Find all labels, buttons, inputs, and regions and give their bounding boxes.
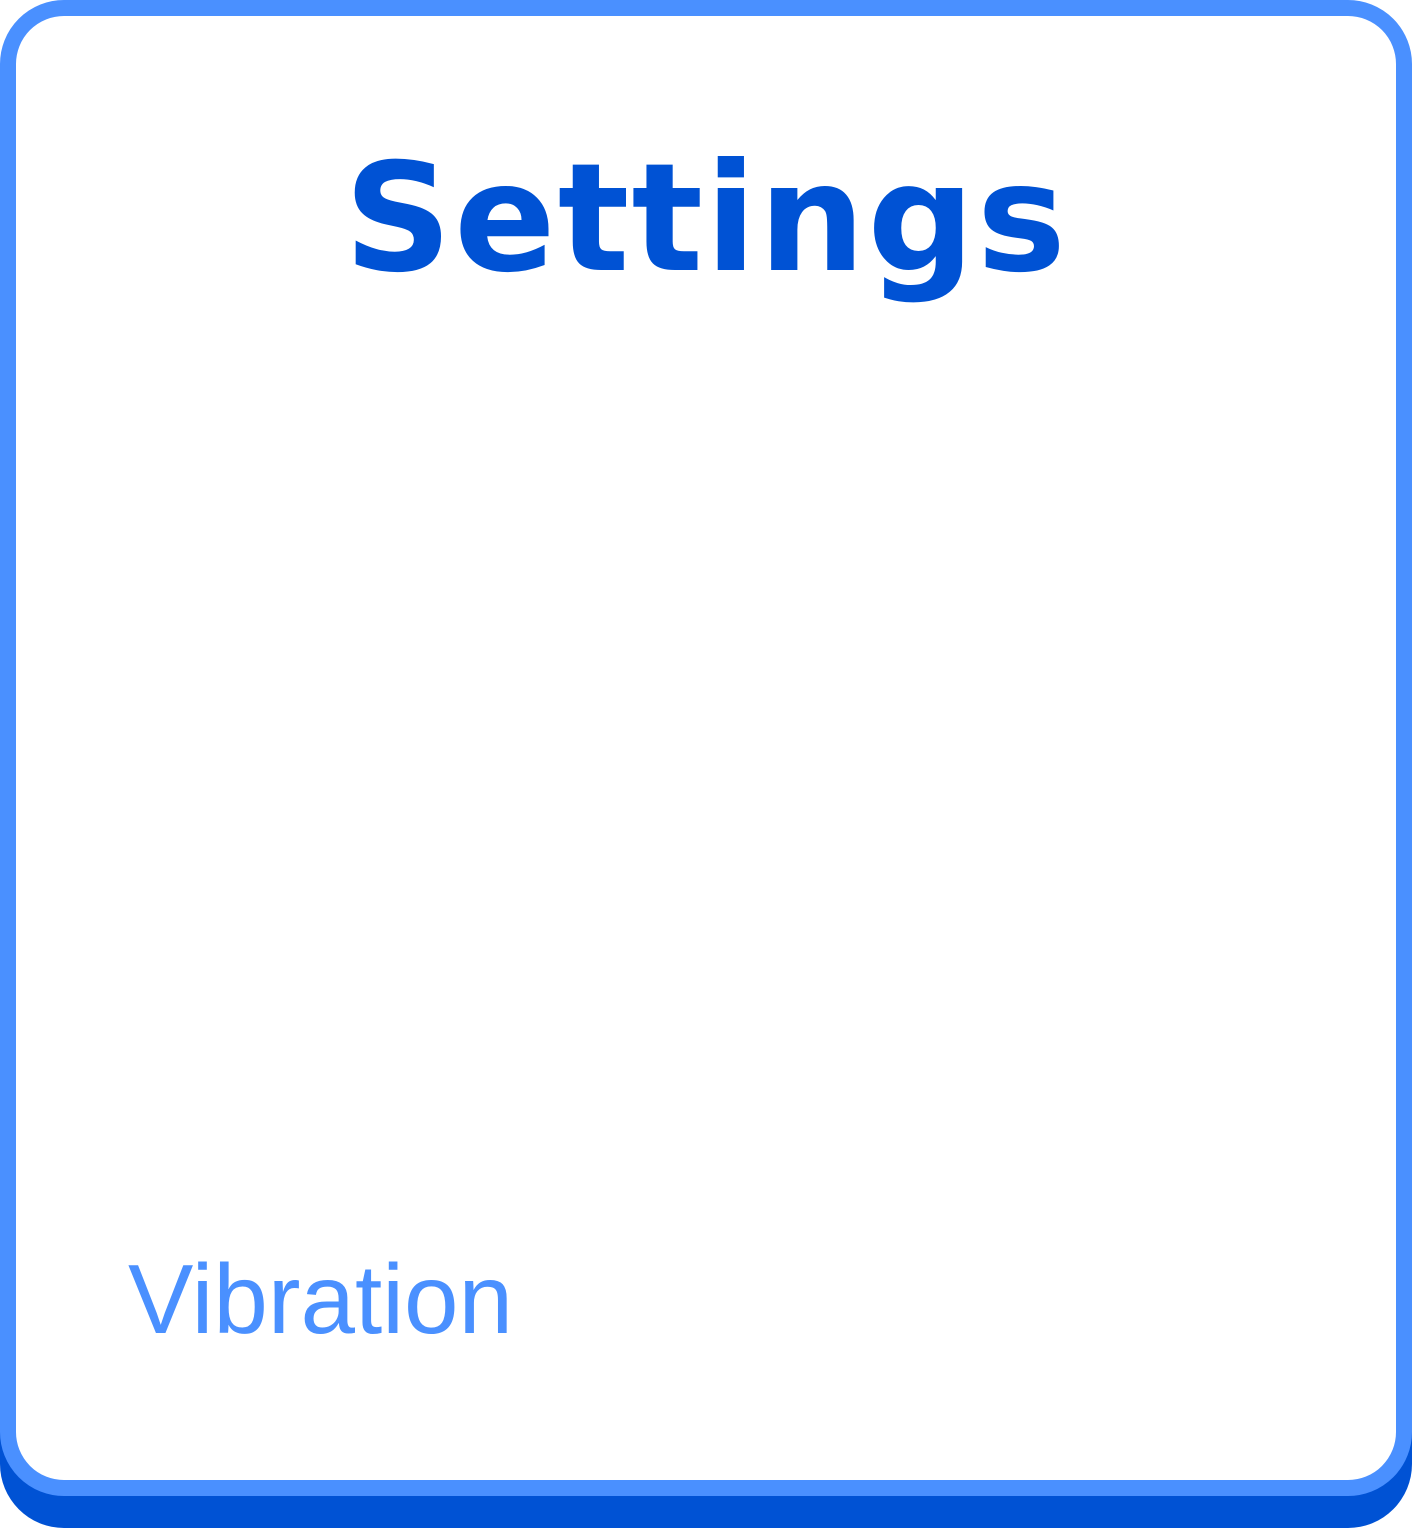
settings-panel: Settings Vibration xyxy=(0,0,1412,1496)
setting-label-vibration: Vibration xyxy=(128,1244,514,1354)
page-title: Settings xyxy=(343,132,1069,306)
